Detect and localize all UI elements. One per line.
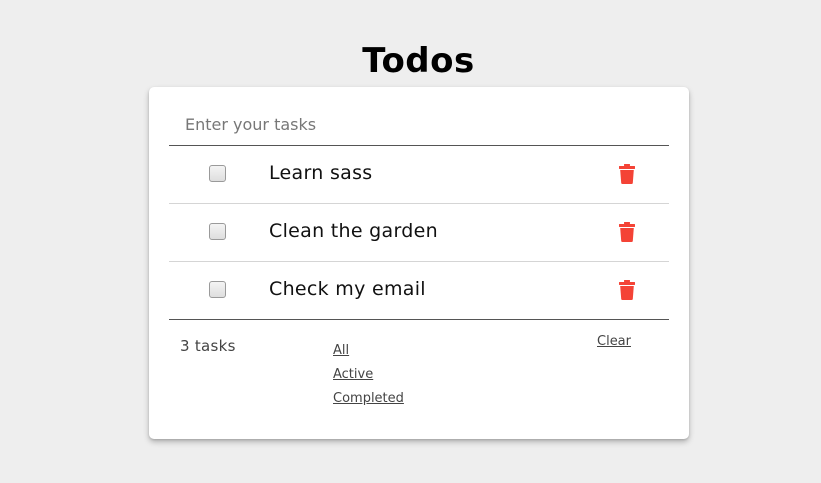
task-checkbox[interactable] (209, 281, 226, 298)
filter-completed-link[interactable]: Completed (333, 387, 404, 411)
page-title: Todos (362, 40, 475, 81)
task-count: 3 tasks (180, 337, 241, 355)
filter-links: All Active Completed (333, 339, 404, 411)
trash-icon[interactable] (619, 280, 635, 300)
task-count-number: 3 (180, 337, 190, 355)
new-task-input[interactable] (185, 115, 665, 134)
task-label: Clean the garden (269, 220, 438, 242)
task-label: Learn sass (269, 162, 373, 184)
task-count-label: tasks (194, 337, 236, 355)
filter-active-link[interactable]: Active (333, 363, 404, 387)
task-checkbox[interactable] (209, 223, 226, 240)
filter-all-link[interactable]: All (333, 339, 404, 363)
task-item: Learn sass (169, 146, 669, 204)
todo-footer: 3 tasks All Active Completed Clear (169, 327, 669, 427)
trash-icon[interactable] (619, 164, 635, 184)
task-item: Check my email (169, 262, 669, 320)
task-item: Clean the garden (169, 204, 669, 262)
clear-button[interactable]: Clear (597, 334, 631, 349)
task-list: Learn sass Clean the garden Check my ema… (169, 146, 669, 320)
trash-icon[interactable] (619, 222, 635, 242)
new-task-field[interactable] (169, 107, 669, 146)
todo-card: Learn sass Clean the garden Check my ema… (149, 87, 689, 439)
task-checkbox[interactable] (209, 165, 226, 182)
task-label: Check my email (269, 278, 426, 300)
